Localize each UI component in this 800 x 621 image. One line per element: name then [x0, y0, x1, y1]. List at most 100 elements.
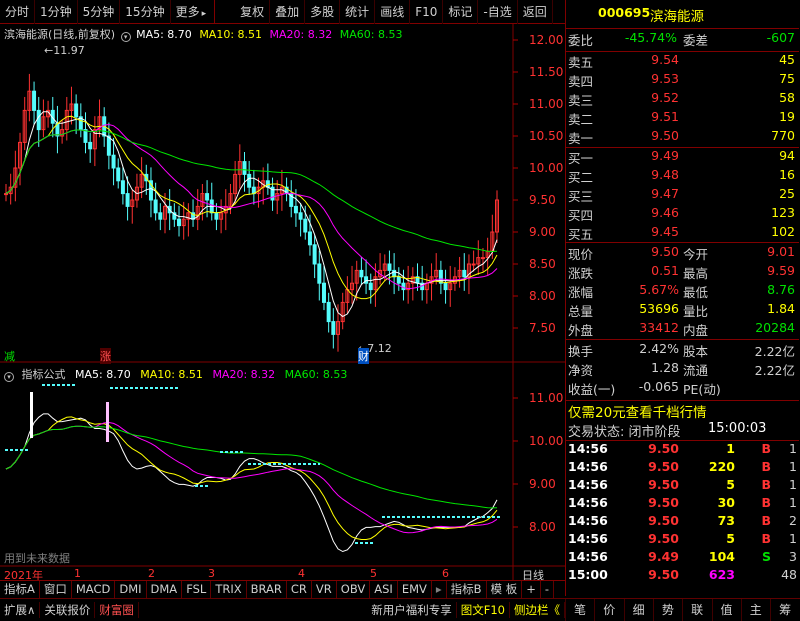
period-more-button[interactable]: 更多 ▸: [171, 0, 216, 24]
tick-row: 15:00 9.50 623 48: [566, 567, 799, 588]
detail-button[interactable]: 主: [740, 599, 770, 621]
tab-trix[interactable]: TRIX: [211, 581, 247, 598]
new-user-promo-link[interactable]: 新用户福利专享: [367, 601, 457, 618]
overlay-button[interactable]: 叠加: [270, 0, 306, 24]
tab-remove[interactable]: -: [541, 581, 554, 598]
period-tab-fenshi[interactable]: 分时: [0, 0, 36, 24]
signal-bar: [106, 402, 109, 442]
tab-vr[interactable]: VR: [312, 581, 337, 598]
tick-direction: B: [761, 477, 771, 492]
related-quotes-button[interactable]: 关联报价: [40, 601, 96, 618]
price-tick-label: 12.00: [529, 33, 563, 47]
tab-zhibiao-a[interactable]: 指标A: [0, 581, 40, 598]
candle-body: [298, 212, 303, 220]
detail-button[interactable]: 联: [682, 599, 711, 621]
ind-ma10-legend: MA10: 8.51: [140, 368, 203, 381]
wealth-circle-button[interactable]: 财富圈: [95, 601, 139, 618]
tab-brar[interactable]: BRAR: [247, 581, 287, 598]
tab-dmi[interactable]: DMI: [115, 581, 147, 598]
bid-price[interactable]: 9.47: [651, 186, 679, 201]
ask-price[interactable]: 9.50: [651, 128, 679, 143]
f10-button[interactable]: F10: [410, 0, 444, 24]
period-tab-15min[interactable]: 15分钟: [120, 0, 171, 24]
detail-button[interactable]: 笔: [565, 599, 594, 621]
ind-ma5-legend: MA5: 8.70: [75, 368, 131, 381]
tab-window[interactable]: 窗口: [40, 581, 72, 598]
tab-fsl[interactable]: FSL: [182, 581, 212, 598]
multi-stock-button[interactable]: 多股: [305, 0, 341, 24]
bid-price[interactable]: 9.45: [651, 224, 679, 239]
signal-bar: [30, 392, 33, 438]
sidebar-toggle[interactable]: 侧边栏《: [510, 601, 565, 618]
remove-watchlist-button[interactable]: -自选: [478, 0, 518, 24]
tick-time: 14:56: [568, 441, 608, 456]
tick-count: 1: [789, 459, 797, 474]
month-2: 2: [148, 567, 155, 580]
f10-link[interactable]: 图文F10: [457, 601, 510, 618]
tab-asi[interactable]: ASI: [370, 581, 398, 598]
ind-ma10-line: [5, 416, 498, 540]
candle-body: [321, 282, 326, 303]
stat2-row: 净资 1.28 流通 2.22亿: [566, 360, 799, 381]
tab-emv[interactable]: EMV: [398, 581, 432, 598]
rise-mark[interactable]: 涨: [100, 348, 111, 364]
tab-cr[interactable]: CR: [287, 581, 312, 598]
ind-tick-label: 8.00: [529, 520, 556, 534]
detail-button[interactable]: 值: [711, 599, 741, 621]
detail-button[interactable]: 价: [594, 599, 623, 621]
tab-macd[interactable]: MACD: [72, 581, 116, 598]
bid-price[interactable]: 9.48: [651, 167, 679, 182]
stat2-label: 净资: [568, 363, 594, 378]
mark-button[interactable]: 标记: [443, 0, 479, 24]
tab-more-arrow[interactable]: ▸: [432, 581, 447, 598]
bid-label: 买四: [568, 208, 594, 223]
reduce-mark[interactable]: 减: [4, 348, 15, 364]
candle-body: [32, 90, 37, 111]
detail-button[interactable]: 势: [652, 599, 682, 621]
indicator-marks: [5, 384, 500, 544]
ask-price[interactable]: 9.54: [651, 52, 679, 67]
tick-time: 14:56: [568, 513, 608, 528]
indicator-settings-icon[interactable]: ▾: [4, 372, 14, 382]
detail-buttons: 笔价细势联值主筹: [565, 599, 800, 621]
detail-button[interactable]: 筹: [770, 599, 799, 621]
kline-svg[interactable]: 12.00 11.50 11.00 10.50 10.00 9.50 9.00 8.50 8.0…: [0, 24, 565, 580]
ma10-line: [5, 115, 498, 300]
tick-price: 9.50: [648, 567, 679, 582]
ask-price[interactable]: 9.53: [651, 71, 679, 86]
settings-circle-icon[interactable]: ▾: [120, 32, 131, 42]
period-tab-1min[interactable]: 1分钟: [35, 0, 78, 24]
candle-body: [106, 135, 111, 156]
promo-row[interactable]: 仅需20元查看千档行情: [566, 401, 799, 422]
detail-button[interactable]: 细: [623, 599, 653, 621]
tab-add[interactable]: +: [522, 581, 541, 598]
candle-body: [471, 263, 476, 266]
tick-volume: 5: [726, 531, 735, 546]
indicator-lines: [5, 413, 498, 553]
fuquan-button[interactable]: 复权: [235, 0, 271, 24]
kline-chart-area[interactable]: 12.00 11.50 11.00 10.50 10.00 9.50 9.00 8.50 8.0…: [0, 24, 565, 596]
bid-price[interactable]: 9.46: [651, 205, 679, 220]
stat-value: 53696: [639, 301, 679, 316]
indicator-title: 指标公式: [21, 368, 66, 381]
price-tick-label: 8.00: [529, 289, 556, 303]
status-bar: 扩展∧ 关联报价 财富圈 新用户福利专享 图文F10 侧边栏《 笔价细势联值主筹: [0, 598, 800, 621]
tab-zhibiao-b[interactable]: 指标B: [447, 581, 487, 598]
candle-body: [83, 129, 88, 143]
expand-button[interactable]: 扩展∧: [0, 601, 41, 618]
depth-promo-link[interactable]: 仅需20元查看千档行情: [568, 401, 707, 421]
finance-mark[interactable]: 财: [358, 348, 369, 364]
stat-label: 今开: [683, 247, 709, 262]
tab-dma[interactable]: DMA: [147, 581, 183, 598]
back-button[interactable]: 返回: [518, 0, 553, 24]
tab-obv[interactable]: OBV: [337, 581, 371, 598]
high-price-label: ←11.97: [44, 44, 85, 57]
period-tab-5min[interactable]: 5分钟: [78, 0, 121, 24]
draw-line-button[interactable]: 画线: [375, 0, 411, 24]
ask-price[interactable]: 9.52: [651, 90, 679, 105]
stat-row: 涨跌 0.51 最高 9.59: [566, 263, 799, 284]
statistics-button[interactable]: 统计: [340, 0, 376, 24]
bid-price[interactable]: 9.49: [651, 148, 679, 163]
tab-template[interactable]: 模 板: [487, 581, 523, 598]
ask-price[interactable]: 9.51: [651, 109, 679, 124]
